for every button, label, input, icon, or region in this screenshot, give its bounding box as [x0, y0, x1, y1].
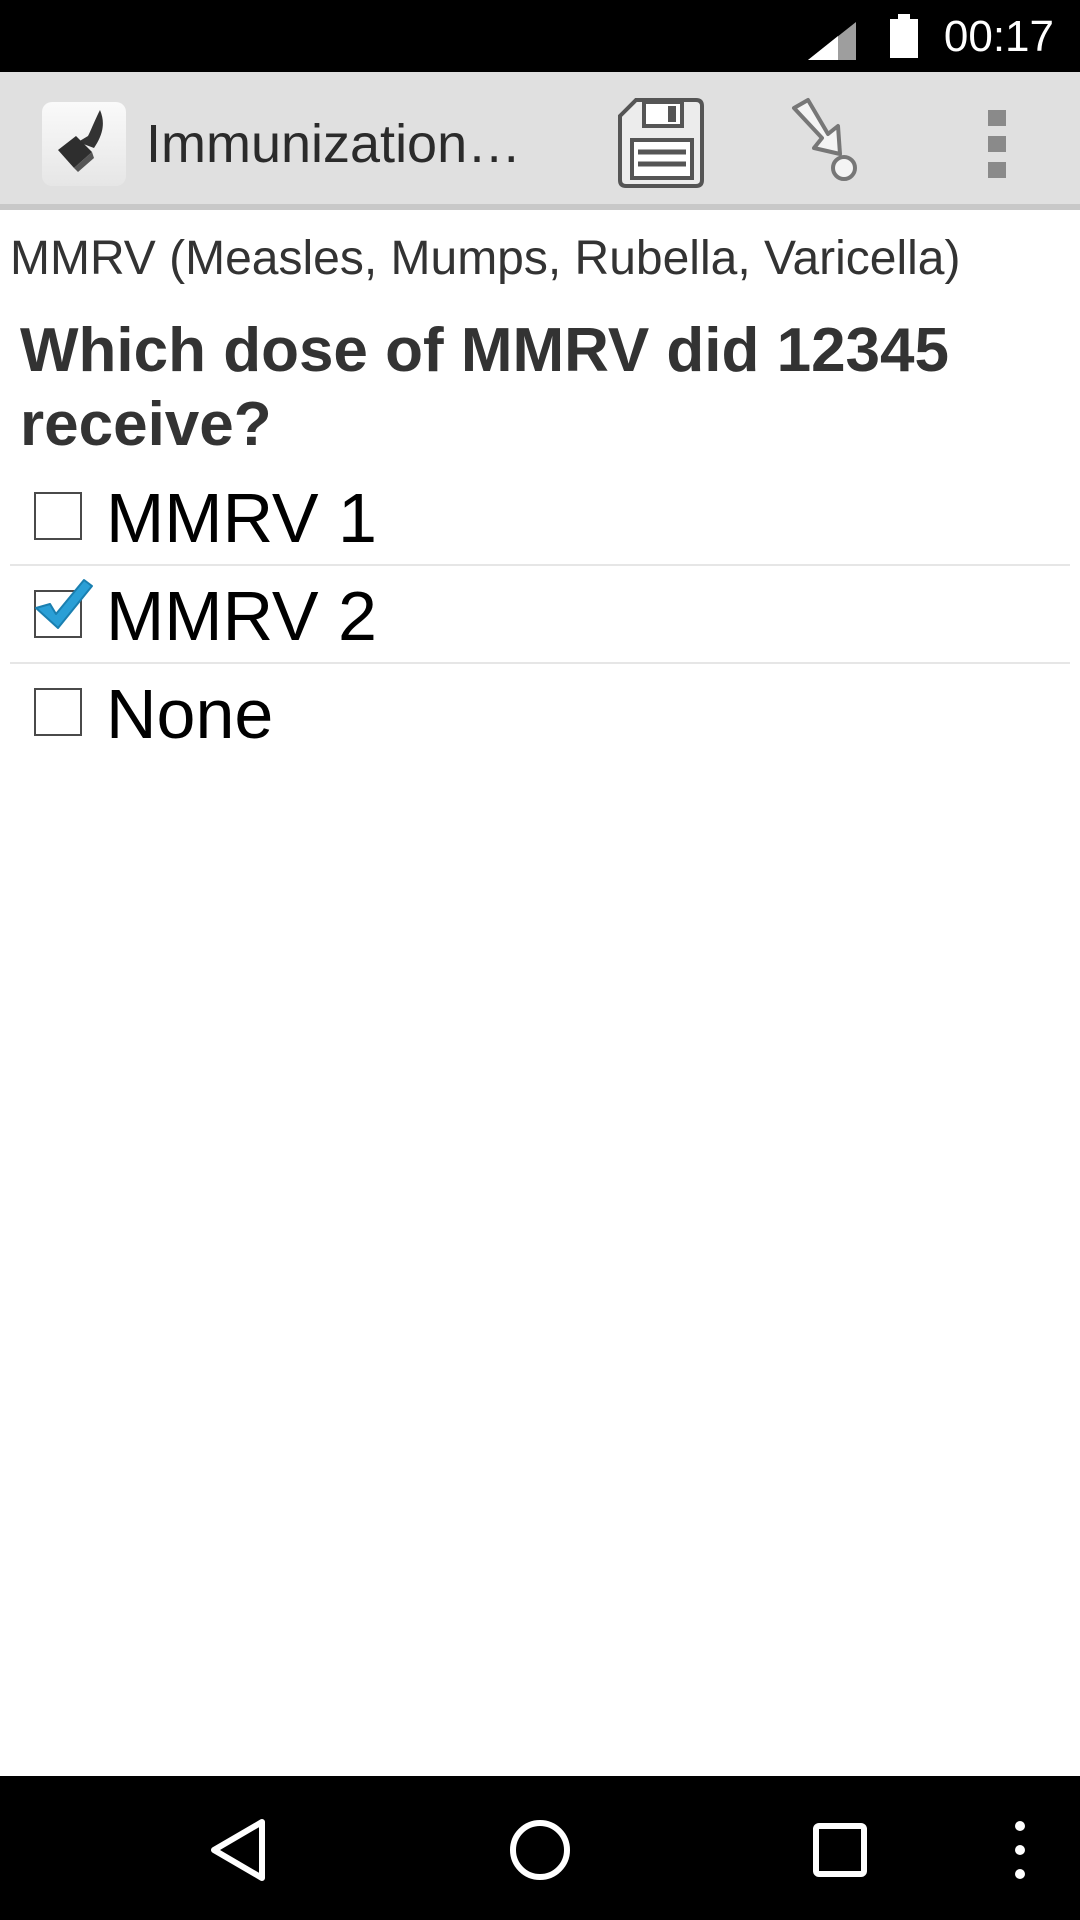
- app-logo-icon[interactable]: [42, 102, 126, 186]
- navigation-bar: [0, 1776, 1080, 1920]
- back-button[interactable]: [206, 1816, 270, 1884]
- checkmark-icon: [35, 579, 93, 629]
- save-icon: [618, 98, 704, 188]
- status-bar: 00:17: [0, 0, 1080, 72]
- choice-mmrv-2[interactable]: MMRV 2: [10, 566, 1070, 664]
- checkbox[interactable]: [34, 688, 82, 736]
- choice-label: MMRV 2: [106, 577, 377, 655]
- action-bar: Immunization…: [0, 72, 1080, 210]
- back-icon: [211, 1819, 265, 1881]
- menu-button[interactable]: [1008, 1816, 1032, 1884]
- go-to-prompt-button[interactable]: [788, 96, 868, 192]
- save-button[interactable]: [616, 96, 706, 192]
- overflow-menu-button[interactable]: [980, 96, 1016, 192]
- recent-apps-icon: [813, 1823, 867, 1877]
- choice-label: MMRV 1: [106, 479, 377, 557]
- overflow-menu-icon: [988, 110, 1006, 178]
- choice-mmrv-1[interactable]: MMRV 1: [10, 468, 1070, 566]
- go-to-prompt-icon: [792, 98, 857, 181]
- recent-apps-button[interactable]: [810, 1816, 870, 1884]
- app-title: Immunization…: [146, 114, 522, 174]
- cell-signal-icon: [808, 22, 856, 60]
- checkbox[interactable]: [34, 492, 82, 540]
- battery-icon: [888, 14, 920, 58]
- menu-icon: [1015, 1821, 1025, 1879]
- checkbox-checked[interactable]: [34, 579, 93, 638]
- group-label: MMRV (Measles, Mumps, Rubella, Varicella…: [10, 232, 961, 285]
- question-text: Which dose of MMRV did 12345 receive?: [20, 316, 950, 459]
- status-time: 00:17: [943, 12, 1054, 61]
- home-icon: [510, 1820, 570, 1880]
- choice-none[interactable]: None: [10, 664, 1070, 762]
- choice-list: MMRV 1 MMRV 2 None: [10, 468, 1070, 762]
- home-button[interactable]: [506, 1816, 574, 1884]
- choice-label: None: [106, 675, 274, 753]
